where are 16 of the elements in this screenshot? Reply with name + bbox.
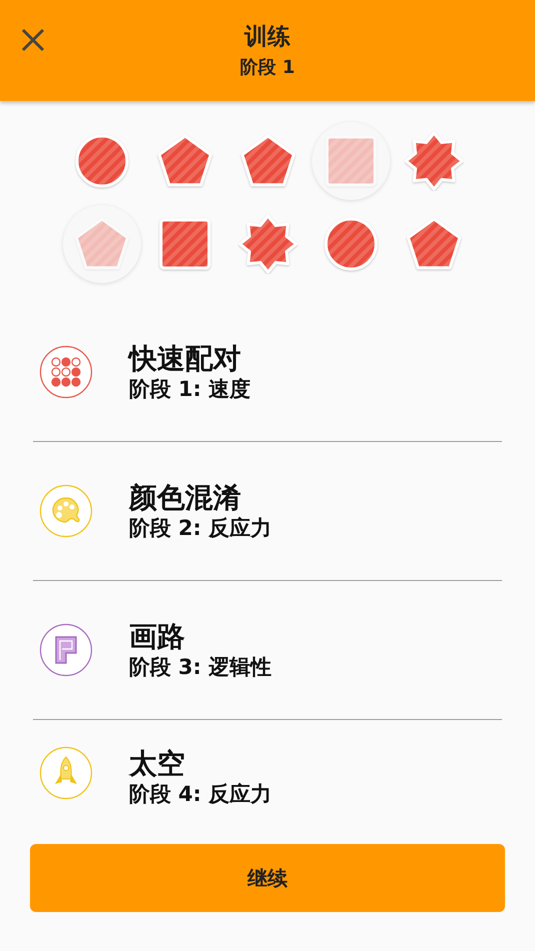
palette-icon: [39, 484, 93, 538]
game-subtitle: 阶段 3: 逻辑性: [129, 654, 272, 681]
game-title[interactable]: 太空: [129, 746, 272, 781]
path-icon: [39, 623, 93, 677]
dots-icon: [39, 345, 93, 399]
game-title[interactable]: 颜色混淆: [129, 480, 272, 515]
game-title[interactable]: 画路: [129, 618, 272, 654]
screen-title: 训练: [244, 22, 290, 52]
screen-subtitle: 阶段 1: [240, 56, 295, 80]
rocket-icon: [39, 746, 93, 800]
game-subtitle: 阶段 2: 反应力: [129, 514, 272, 542]
continue-button[interactable]: 继续: [30, 844, 505, 912]
game-title[interactable]: 快速配对: [129, 340, 251, 376]
close-icon[interactable]: [20, 27, 46, 53]
game-subtitle: 阶段 1: 速度: [129, 376, 251, 403]
game-subtitle: 阶段 4: 反应力: [129, 781, 272, 808]
